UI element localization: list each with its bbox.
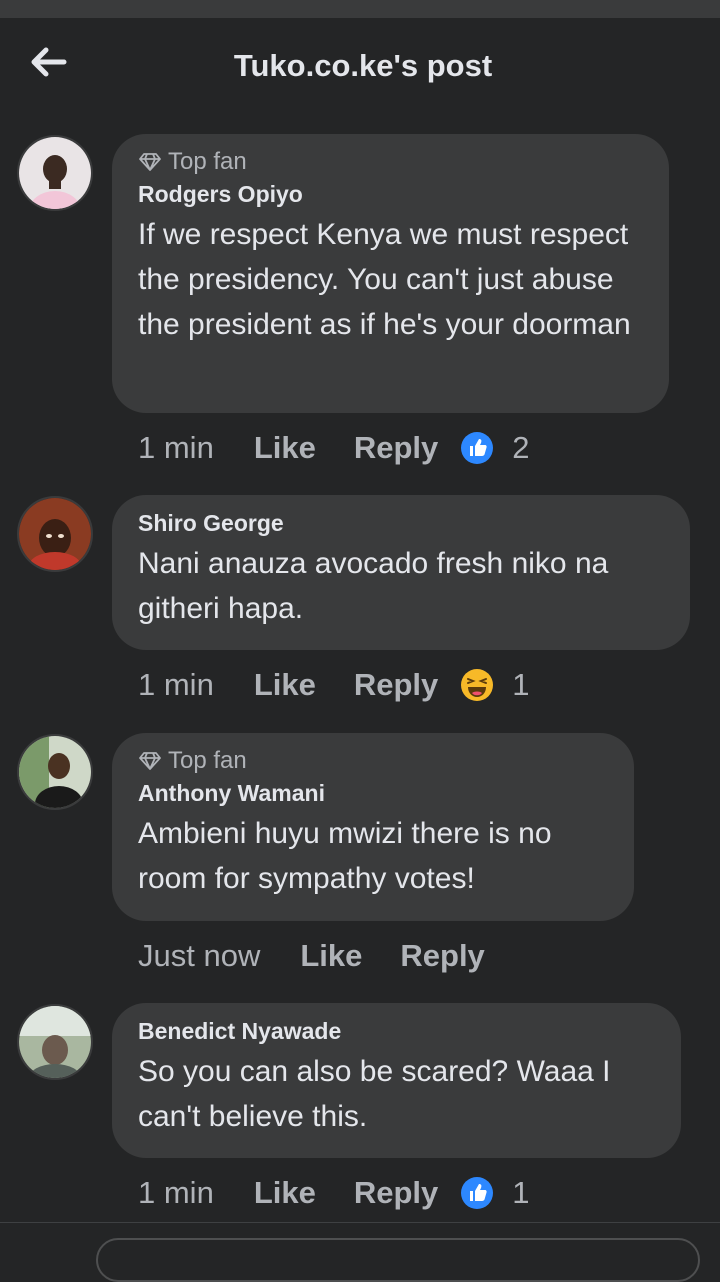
badge-label: Top fan <box>168 148 247 175</box>
comment-input[interactable] <box>96 1238 700 1282</box>
comment-text: So you can also be scared? Waaa I can't … <box>138 1055 611 1133</box>
top-fan-badge: Top fan <box>138 148 643 176</box>
comment-actions: 1 min Like Reply 1 <box>138 663 530 707</box>
avatar[interactable] <box>17 135 93 211</box>
like-reaction-icon <box>461 432 494 464</box>
diamond-icon <box>139 153 161 171</box>
haha-reaction-icon <box>461 669 494 701</box>
like-button[interactable]: Like <box>254 667 316 703</box>
comment-text: Nani anauza avocado fresh niko na gither… <box>138 547 609 625</box>
timestamp: 1 min <box>138 1175 214 1210</box>
reply-button[interactable]: Reply <box>354 430 438 466</box>
like-reaction-icon <box>461 1177 494 1209</box>
author-name[interactable]: Anthony Wamani <box>138 779 608 807</box>
status-bar <box>0 0 720 18</box>
avatar[interactable] <box>17 1004 93 1080</box>
author-name[interactable]: Benedict Nyawade <box>138 1017 655 1045</box>
avatar[interactable] <box>17 734 93 810</box>
comment-bubble: Top fan Rodgers Opiyo If we respect Keny… <box>112 134 669 413</box>
like-button[interactable]: Like <box>254 1175 316 1211</box>
comment-actions: 1 min Like Reply 2 <box>138 426 530 470</box>
comment-actions: Just now Like Reply <box>138 934 523 978</box>
reply-button[interactable]: Reply <box>400 938 484 974</box>
comment-actions: 1 min Like Reply 1 <box>138 1171 530 1215</box>
reaction-summary[interactable]: 2 <box>460 430 530 466</box>
comment-text: If we respect Kenya we must respect the … <box>138 218 631 341</box>
top-fan-badge: Top fan <box>138 747 608 775</box>
author-name[interactable]: Shiro George <box>138 509 664 537</box>
reply-button[interactable]: Reply <box>354 1175 438 1211</box>
reaction-summary[interactable]: 1 <box>460 1175 530 1211</box>
reaction-count: 2 <box>512 430 530 465</box>
author-name[interactable]: Rodgers Opiyo <box>138 180 643 208</box>
timestamp: 1 min <box>138 667 214 702</box>
reaction-count: 1 <box>512 667 530 702</box>
comment-bubble: Shiro George Nani anauza avocado fresh n… <box>112 495 690 650</box>
diamond-icon <box>139 752 161 770</box>
timestamp: Just now <box>138 938 261 973</box>
reaction-summary[interactable]: 1 <box>460 667 530 703</box>
badge-label: Top fan <box>168 747 247 774</box>
comment-text: Ambieni huyu mwizi there is no room for … <box>138 817 552 895</box>
like-button[interactable]: Like <box>254 430 316 466</box>
header: Tuko.co.ke's post <box>0 18 720 118</box>
comment-bubble: Top fan Anthony Wamani Ambieni huyu mwiz… <box>112 733 634 921</box>
reply-button[interactable]: Reply <box>354 667 438 703</box>
reaction-count: 1 <box>512 1175 530 1210</box>
comment-bubble: Benedict Nyawade So you can also be scar… <box>112 1003 681 1158</box>
timestamp: 1 min <box>138 430 214 465</box>
like-button[interactable]: Like <box>300 938 362 974</box>
page-title: Tuko.co.ke's post <box>233 48 493 83</box>
avatar[interactable] <box>17 496 93 572</box>
